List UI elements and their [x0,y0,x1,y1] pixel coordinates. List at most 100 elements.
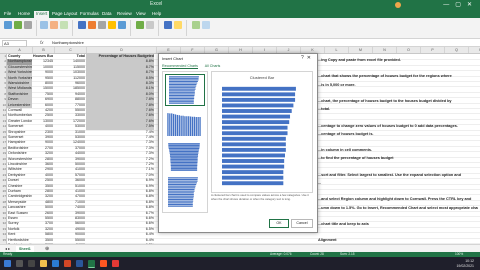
column-header-p[interactable]: P [421,47,445,53]
thumbnail-bar-chart[interactable] [165,176,203,208]
chart-bar [169,155,199,157]
chart-bar [188,116,190,136]
tab-home[interactable]: Home [18,11,30,16]
thumbnail-clustered-column[interactable] [165,108,203,138]
ribbon-tabs: File Home Insert Page Layout Formulas Da… [0,10,480,18]
instruction-line: ...centage to change zero values of hous… [318,123,458,128]
ribbon-separator [158,20,159,36]
chart-bar [169,85,197,87]
task-view-icon[interactable] [28,260,35,267]
table-icon[interactable] [24,21,32,29]
cancel-button[interactable]: Cancel [291,219,313,228]
maximize-button[interactable]: ▢ [455,2,467,8]
chart-bar [168,188,195,191]
chart-bar [222,147,286,152]
chart-bar [222,175,284,180]
chart-bar [168,180,198,182]
tab-recommended-charts[interactable]: Recommended Charts [162,64,198,69]
recorder-icon[interactable] [112,260,119,267]
column-header-m[interactable]: M [349,47,373,53]
instruction-line: ...to find the percentage of houses budg… [318,156,394,161]
fx-icon[interactable]: fx [40,40,44,45]
instruction-line: ...sort and filter. Select largest to sm… [318,172,462,177]
powerpoint-icon[interactable] [64,260,71,267]
chart-bar [222,170,284,175]
chart-bar [169,96,195,98]
tab-file[interactable]: File [4,11,11,16]
text-box-icon[interactable] [192,21,200,29]
column-chart-icon[interactable] [88,21,96,29]
pictures-icon[interactable] [40,21,48,29]
name-box[interactable]: A3 [2,40,27,47]
user-avatar[interactable] [395,2,401,8]
thumbnail-funnel[interactable] [165,142,203,172]
column-header-o[interactable]: O [397,47,421,53]
pie-chart-icon[interactable] [108,21,116,29]
quick-access-toolbar[interactable] [4,2,28,15]
chart-bar [222,103,294,108]
chart-bar [222,153,285,158]
column-header-q[interactable]: Q [445,47,469,53]
chart-bar [168,187,196,189]
column-header-b[interactable]: B [33,47,55,53]
column-header-c[interactable]: C [55,47,87,53]
word-icon[interactable] [76,260,83,267]
thumbnail-clustered-bar[interactable] [165,74,205,106]
tab-insert[interactable]: Insert [34,11,50,18]
window-controls: —▢✕ [443,1,478,8]
recommended-pivot-icon[interactable] [14,21,22,29]
chart-bar [169,84,197,86]
map-chart-icon[interactable] [118,21,126,29]
tab-all-charts[interactable]: All Charts [205,64,221,68]
preview-title: Clustered Bar [249,75,275,80]
column-header-l[interactable]: L [325,47,349,53]
chart-bar [222,114,291,119]
slicer-icon[interactable] [146,21,154,29]
excel-icon[interactable] [88,260,95,268]
chart-bar [182,115,184,136]
ribbon-separator [72,20,73,36]
minimize-button[interactable]: — [443,2,455,8]
link-icon[interactable] [164,21,172,29]
sparkline-icon[interactable] [136,21,144,29]
tab-page-layout[interactable]: Page Layout [52,11,77,16]
icons-icon[interactable] [60,21,68,29]
file-explorer-icon[interactable] [40,260,47,267]
system-clock[interactable]: 10:12 19/02/2021 [456,259,474,268]
start-icon[interactable] [4,260,11,267]
recommended-charts-icon[interactable] [78,21,86,29]
chart-bar [178,115,180,136]
column-header-d[interactable]: D [87,47,157,53]
chart-bar [222,97,296,102]
column-header-r[interactable]: R [469,47,480,53]
instruction-line: ...and select Region column and highligh… [318,197,472,202]
tab-formulas[interactable]: Formulas [80,11,99,16]
symbol-icon[interactable] [202,21,210,29]
ok-button[interactable]: OK [269,219,289,228]
close-button[interactable]: ✕ [467,2,478,8]
app-icon[interactable] [100,260,107,267]
dialog-controls: ?✕ [301,55,314,61]
tab-data[interactable]: Data [102,11,112,16]
column-header-n[interactable]: N [373,47,397,53]
tab-review[interactable]: Review [117,11,132,16]
column-header-a[interactable]: A [7,47,33,53]
shapes-icon[interactable] [50,21,58,29]
edge-icon[interactable] [52,260,59,267]
chart-bar [171,113,173,136]
chart-thumbnail-list[interactable] [162,71,208,213]
chart-bar [186,116,188,136]
chart-bar [168,205,193,207]
chart-bar [169,79,199,81]
dialog-close-icon[interactable]: ✕ [307,55,314,61]
instruction-line: ...chart, the percentage of houses budge… [318,99,452,103]
pivottable-icon[interactable] [4,21,12,29]
tab-help[interactable]: Help [152,11,161,16]
dialog-tabs: Recommended Charts All Charts [162,64,226,69]
search-icon[interactable] [16,260,23,267]
line-chart-icon[interactable] [98,21,106,29]
comment-icon[interactable] [174,21,182,29]
formula-input[interactable]: Northamptonshire [52,40,84,45]
chart-bar [195,117,197,136]
tab-view[interactable]: View [136,11,146,16]
